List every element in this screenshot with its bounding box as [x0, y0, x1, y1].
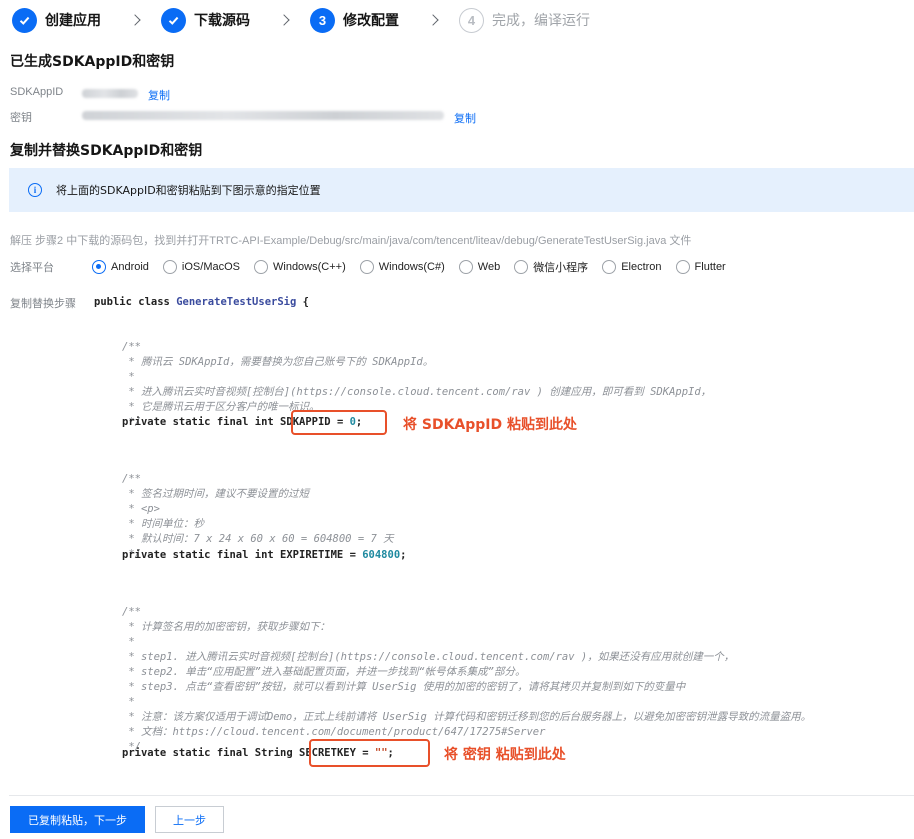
chevron-right-icon [278, 14, 290, 26]
comment-line: * 默认时间：7 x 24 x 60 x 60 = 604800 = 7 天 [122, 533, 394, 545]
radio-label: Web [477, 261, 501, 273]
secretkey-paste-hint: 将 密钥 粘贴到此处 [444, 747, 566, 763]
comment-line: /** [122, 473, 141, 485]
step-create-app: 创建应用 [12, 7, 101, 33]
comment-line: * 注意：该方案仅适用于调试Demo，正式上线前请将 UserSig 计算代码和… [122, 711, 812, 723]
comment-block-secret: /** * 计算签名用的加密密钥，获取步骤如下： * * step1. 进入腾讯… [122, 590, 811, 770]
radio-electron[interactable]: Electron [602, 260, 662, 274]
radio-android[interactable]: Android [92, 260, 149, 274]
chevron-right-icon [427, 14, 439, 26]
comment-line: * 它是腾讯云用于区分客户的唯一标识。 [122, 401, 320, 413]
radio-flutter[interactable]: Flutter [675, 260, 726, 274]
sdkappid-paste-hint: 将 SDKAppID 粘贴到此处 [403, 417, 578, 433]
radio-dot[interactable] [162, 260, 177, 274]
class-declaration: public class GenerateTestUserSig { [94, 295, 309, 310]
expiretime-declaration: private static final int EXPIRETIME = 60… [122, 548, 406, 563]
comment-line: * step1. 进入腾讯云实时音视频[控制台](https://console… [122, 651, 735, 663]
secret-value-blurred [82, 111, 444, 120]
comment-line: * step2. 单击“应用配置”进入基础配置页面，并进一步找到“帐号体系集成”… [122, 666, 526, 678]
notice-text: 将上面的SDKAppID和密钥粘贴到下图示意的指定位置 [56, 184, 321, 197]
comment-line: /** [122, 341, 141, 353]
check-icon [161, 7, 186, 33]
code-token: public class [94, 296, 177, 308]
info-notice: i 将上面的SDKAppID和密钥粘贴到下图示意的指定位置 [9, 168, 914, 212]
platform-label: 选择平台 [10, 261, 54, 274]
code-token: private static final int [122, 416, 281, 428]
comment-line: * 签名过期时间，建议不要设置的过短 [122, 488, 309, 500]
radio-dot[interactable] [458, 260, 473, 274]
chevron-right-icon [129, 14, 141, 26]
step-number: 3 [310, 7, 335, 33]
info-icon: i [28, 183, 42, 197]
radio-label: 微信小程序 [533, 262, 589, 274]
radio-label: Windows(C++) [273, 261, 346, 273]
sdkappid-highlight [291, 410, 387, 435]
replace-steps-label: 复制替换步骤 [10, 297, 76, 310]
class-name: GenerateTestUserSig [176, 296, 297, 308]
radio-web[interactable]: Web [458, 260, 501, 274]
comment-line: * step3. 点击“查看密钥”按钮，就可以看到计算 UserSig 使用的加… [122, 681, 686, 693]
step-label: 完成，编译运行 [492, 13, 590, 29]
step-modify-config: 3 修改配置 [310, 7, 399, 33]
next-step-button[interactable]: 已复制粘贴，下一步 [10, 806, 145, 833]
secret-label: 密钥 [10, 112, 32, 124]
radio-windows-csharp[interactable]: Windows(C#) [359, 260, 445, 274]
radio-dot[interactable] [359, 260, 374, 274]
step-number: 4 [459, 7, 484, 33]
copy-sdkappid-link[interactable]: 复制 [148, 87, 170, 103]
replace-title: 复制并替换SDKAppID和密钥 [10, 143, 203, 159]
expiretime-value: 604800 [362, 549, 401, 561]
copy-secret-link[interactable]: 复制 [454, 110, 476, 126]
comment-line: * 腾讯云 SDKAppId，需要替换为您自己账号下的 SDKAppId。 [122, 356, 434, 368]
radio-dot[interactable] [92, 260, 106, 274]
radio-label: Windows(C#) [378, 261, 445, 273]
radio-label: Electron [621, 261, 662, 273]
radio-ios-macos[interactable]: iOS/MacOS [162, 260, 240, 274]
radio-wechat-miniprogram[interactable]: 微信小程序 [514, 259, 588, 275]
comment-line: * 文档：https://cloud.tencent.com/document/… [122, 726, 546, 738]
code-token: { [296, 296, 309, 308]
comment-line: /** [122, 606, 141, 618]
comment-line: * [122, 636, 135, 648]
radio-dot[interactable] [602, 260, 617, 274]
comment-line: * 进入腾讯云实时音视频[控制台](https://console.cloud.… [122, 386, 712, 398]
platform-selector: 选择平台 Android iOS/MacOS Windows(C++) Wind… [10, 258, 740, 276]
footer-divider [9, 795, 914, 796]
step-compile-run: 4 完成，编译运行 [459, 7, 590, 33]
check-icon [12, 7, 37, 33]
radio-windows-cpp[interactable]: Windows(C++) [254, 260, 346, 274]
comment-line: * 计算签名用的加密密钥，获取步骤如下： [122, 621, 330, 633]
code-token: private static final int EXPIRETIME = [122, 549, 363, 561]
step-download-source: 下载源码 [161, 7, 250, 33]
source-path-hint: 解压 步骤2 中下载的源码包，找到并打开TRTC-API-Example/Deb… [10, 235, 692, 247]
radio-dot[interactable] [514, 260, 529, 274]
radio-label: Flutter [694, 261, 726, 273]
radio-dot[interactable] [254, 260, 268, 274]
previous-step-button[interactable]: 上一步 [155, 806, 224, 833]
radio-label: iOS/MacOS [181, 261, 240, 273]
code-token: private static final String [122, 747, 300, 759]
comment-line: * <p> [122, 503, 160, 515]
comment-line: * [122, 696, 135, 708]
step-label: 创建应用 [45, 13, 101, 29]
radio-dot[interactable] [675, 260, 690, 274]
generated-title: 已生成SDKAppID和密钥 [10, 54, 175, 70]
step-label: 修改配置 [343, 13, 399, 29]
comment-line: * 时间单位：秒 [122, 518, 204, 530]
sdkappid-label: SDKAppID [10, 86, 64, 98]
sdkappid-value-blurred [82, 89, 138, 98]
step-label: 下载源码 [194, 13, 250, 29]
code-token: ; [400, 549, 407, 561]
comment-line: * [122, 371, 135, 383]
stepper: 创建应用 下载源码 3 修改配置 4 完成，编译运行 [12, 7, 590, 33]
radio-label: Android [111, 261, 149, 273]
secretkey-highlight [309, 739, 430, 767]
